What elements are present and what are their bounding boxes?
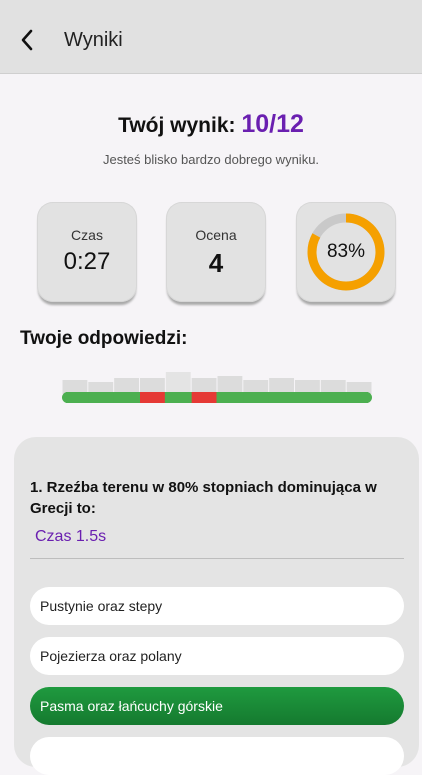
question-text: 1. Rzeźba terenu w 80% stopniach dominuj… bbox=[30, 479, 377, 517]
answer-segment-top bbox=[140, 378, 165, 394]
answer-segment-wrong[interactable] bbox=[140, 392, 165, 403]
answer-segment-correct[interactable] bbox=[243, 392, 269, 403]
answer-option[interactable]: Pustynie oraz stepy bbox=[30, 587, 404, 625]
answer-segment-top bbox=[269, 378, 294, 394]
percent-value: 83% bbox=[326, 241, 366, 262]
answer-option[interactable]: Pojezierza oraz polany bbox=[30, 637, 404, 675]
answer-segment-correct[interactable] bbox=[114, 392, 139, 403]
score-label: Twój wynik: bbox=[118, 114, 236, 137]
top-app-bar: Wyniki bbox=[0, 0, 422, 74]
answer-segment-top bbox=[217, 376, 243, 394]
score-value: 10/12 bbox=[241, 110, 304, 138]
answer-segment-correct[interactable] bbox=[88, 392, 114, 403]
chevron-left-icon bbox=[21, 29, 33, 51]
answer-segment-correct[interactable] bbox=[165, 392, 191, 403]
answer-option-label: Pojezierza oraz polany bbox=[40, 648, 182, 664]
grade-value: 4 bbox=[208, 248, 224, 278]
percent-ring: 83% bbox=[306, 212, 386, 292]
answer-option-label: Pustynie oraz stepy bbox=[40, 598, 163, 614]
time-tile: Czas 0:27 bbox=[37, 202, 137, 302]
question-card: 1. Rzeźba terenu w 80% stopniach dominuj… bbox=[14, 437, 419, 775]
result-message: Jesteś blisko bardzo dobrego wyniku. bbox=[102, 152, 320, 167]
answer-segment-correct[interactable] bbox=[269, 392, 294, 403]
time-label: Czas bbox=[71, 227, 103, 243]
answer-segment-correct[interactable] bbox=[66, 392, 88, 403]
divider bbox=[30, 558, 404, 559]
answer-segment-correct[interactable] bbox=[320, 392, 346, 403]
answers-heading: Twoje odpowiedzi: bbox=[20, 328, 188, 349]
answer-segment-top bbox=[191, 378, 217, 394]
score-line: Twój wynik: 10/12 bbox=[0, 110, 422, 139]
grade-label: Ocena bbox=[195, 227, 237, 243]
page-title: Wyniki bbox=[64, 29, 123, 51]
answer-segment-top bbox=[320, 380, 346, 394]
answer-segment-top bbox=[114, 378, 139, 394]
answers-progress-bar[interactable] bbox=[62, 370, 372, 404]
answer-segment-wrong[interactable] bbox=[191, 392, 217, 403]
answer-segment-top bbox=[62, 380, 88, 394]
answer-segment-correct[interactable] bbox=[295, 392, 320, 403]
back-button[interactable] bbox=[14, 25, 40, 55]
answer-option[interactable] bbox=[30, 737, 404, 775]
answer-option-correct[interactable]: Pasma oraz łańcuchy górskie bbox=[30, 687, 404, 725]
question-time: Czas 1.5s bbox=[35, 528, 107, 545]
time-value: 0:27 bbox=[63, 248, 111, 275]
answer-segment-top bbox=[165, 372, 191, 394]
answer-segment-correct[interactable] bbox=[217, 392, 243, 403]
percent-tile: 83% bbox=[296, 202, 396, 302]
answer-segment-top bbox=[243, 380, 269, 394]
answer-segment-correct[interactable] bbox=[346, 392, 368, 403]
grade-tile: Ocena 4 bbox=[166, 202, 266, 302]
answer-option-label: Pasma oraz łańcuchy górskie bbox=[40, 698, 223, 714]
answer-segment-top bbox=[295, 380, 320, 394]
